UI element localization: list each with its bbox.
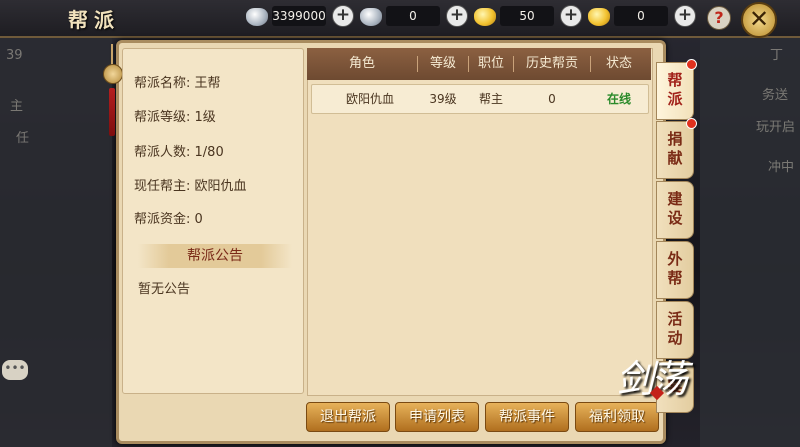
cell-position: 帮主 xyxy=(478,92,503,106)
info-member-count: 帮派人数: 1/80 xyxy=(134,141,224,160)
background-level: 39 xyxy=(6,48,23,63)
claim-benefits-button[interactable]: 福利领取 xyxy=(575,402,659,432)
game-logo: 剑荡 xyxy=(616,357,688,401)
help-button[interactable]: ? xyxy=(707,6,731,30)
background-label: 玩开启 xyxy=(756,120,796,135)
cell-status: 在线 xyxy=(606,92,631,106)
info-value: 1级 xyxy=(194,110,216,125)
info-value: 欧阳仇血 xyxy=(194,179,247,194)
leave-guild-button[interactable]: 退出帮派 xyxy=(306,402,390,432)
info-label: 帮派名称: xyxy=(134,76,195,91)
gold-bound-ingot-icon xyxy=(588,8,610,26)
background-left-hud xyxy=(0,30,112,447)
info-value: 王帮 xyxy=(194,76,221,91)
window-title: 帮派 xyxy=(68,8,120,32)
tab-donate[interactable]: 捐献 xyxy=(656,121,694,179)
info-label: 帮派等级: xyxy=(134,110,195,125)
cell-level: 39级 xyxy=(429,92,457,106)
guild-events-button[interactable]: 帮派事件 xyxy=(485,402,569,432)
add-silver-coin-button[interactable]: + xyxy=(446,5,468,27)
background-label: 务送 xyxy=(762,88,789,103)
info-value: 0 xyxy=(194,212,203,227)
notice-body: 暂无公告 xyxy=(138,282,191,297)
info-guild-leader: 现任帮主: 欧阳仇血 xyxy=(134,175,247,194)
currency-silver-coin-value: 0 xyxy=(386,6,440,26)
chat-icon[interactable]: ••• xyxy=(2,360,28,380)
notice-title: 帮派公告 xyxy=(138,244,292,268)
info-label: 帮派人数: xyxy=(134,145,195,160)
background-label: 任 xyxy=(16,131,30,146)
background-label: 丁 xyxy=(770,48,784,63)
notification-dot-icon xyxy=(686,59,697,70)
background-label: 冲中 xyxy=(768,160,795,175)
gold-ingot-icon xyxy=(474,8,496,26)
silver-ingot-icon xyxy=(246,8,268,26)
column-header-position: 职位 xyxy=(477,56,504,71)
column-header-status: 状态 xyxy=(605,56,632,71)
cell-contribution: 0 xyxy=(548,92,556,106)
ornament-string xyxy=(111,44,113,66)
tab-other-guilds[interactable]: 外帮 xyxy=(656,241,694,299)
application-list-button[interactable]: 申请列表 xyxy=(395,402,479,432)
ornament-knot-icon xyxy=(103,64,123,84)
info-guild-level: 帮派等级: 1级 xyxy=(134,106,216,125)
ornament-tassel-icon xyxy=(109,88,115,136)
info-label: 现任帮主: xyxy=(134,179,195,194)
info-label: 帮派资金: xyxy=(134,212,195,227)
tab-guild[interactable]: 帮派 xyxy=(656,62,694,120)
info-value: 1/80 xyxy=(194,145,224,160)
silver-coin-icon xyxy=(360,8,382,26)
tab-build[interactable]: 建设 xyxy=(656,181,694,239)
column-header-level: 等级 xyxy=(429,56,456,71)
currency-bound-gold-value: 0 xyxy=(614,6,668,26)
info-guild-name: 帮派名称: 王帮 xyxy=(134,72,221,91)
currency-gold-value: 50 xyxy=(500,6,554,26)
info-guild-funds: 帮派资金: 0 xyxy=(134,208,203,227)
cell-role: 欧阳仇血 xyxy=(345,92,394,106)
column-header-role: 角色 xyxy=(348,56,375,71)
add-gold-button[interactable]: + xyxy=(560,5,582,27)
background-label: 主 xyxy=(10,99,24,114)
close-button[interactable]: ✕ xyxy=(741,2,777,38)
currency-silver-value: 3399000 xyxy=(272,6,326,26)
column-header-contribution: 历史帮贡 xyxy=(525,56,578,71)
add-silver-button[interactable]: + xyxy=(332,5,354,27)
notification-dot-icon xyxy=(686,118,697,129)
add-bound-gold-button[interactable]: + xyxy=(674,5,696,27)
